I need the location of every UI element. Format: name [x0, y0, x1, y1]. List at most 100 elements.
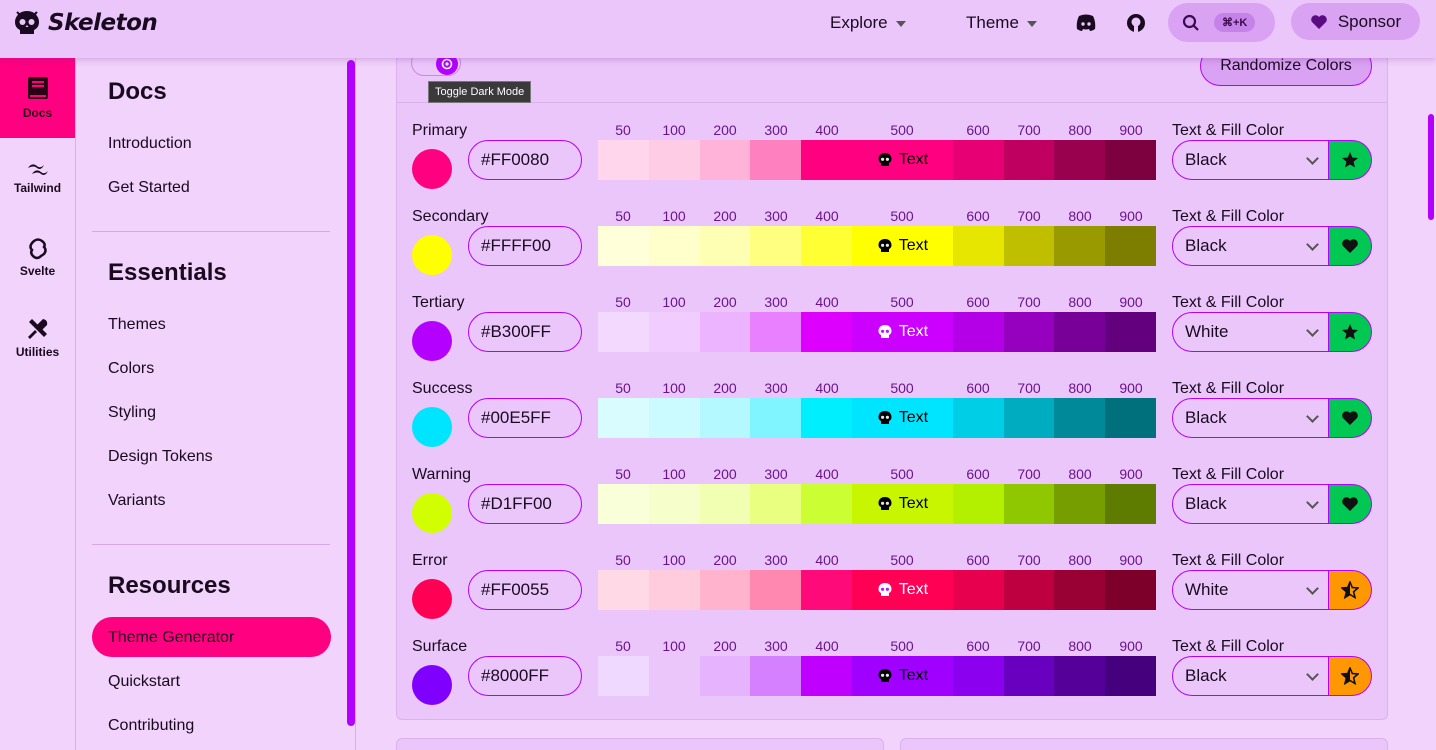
contrast-badge[interactable]	[1328, 656, 1372, 696]
sidebar-link-variants[interactable]: Variants	[108, 492, 166, 510]
text-fill-select[interactable]: White	[1172, 570, 1330, 610]
shade-label: 200	[713, 208, 737, 224]
text-fill-select[interactable]: Black	[1172, 484, 1330, 524]
color-swatch[interactable]	[412, 407, 452, 447]
nav-theme[interactable]: Theme	[966, 12, 1037, 34]
sidebar-link-themes[interactable]: Themes	[108, 316, 166, 334]
shade-label: 50	[615, 122, 631, 138]
rail-item-utilities[interactable]: Utilities	[0, 298, 75, 378]
color-swatch[interactable]	[412, 493, 452, 533]
hex-input[interactable]: #8000FF	[468, 656, 582, 696]
shade-cell	[952, 140, 1004, 180]
shade-cell	[1105, 484, 1156, 524]
shade-cell	[801, 398, 853, 438]
shade-cell	[1105, 656, 1156, 696]
svelte-icon	[28, 238, 47, 260]
shade-label: 900	[1119, 638, 1143, 654]
sidebar-link-quickstart[interactable]: Quickstart	[108, 673, 180, 691]
sponsor-label: Sponsor	[1337, 11, 1402, 31]
hex-input[interactable]: #B300FF	[468, 312, 582, 352]
shade-cell	[750, 140, 802, 180]
rail-item-docs[interactable]: Docs	[0, 58, 75, 138]
search-button[interactable]: ⌘+K	[1168, 3, 1275, 42]
text-fill-select[interactable]: Black	[1172, 656, 1330, 696]
shade-cell	[1003, 140, 1055, 180]
chevron-down-icon	[1306, 152, 1319, 165]
color-swatch[interactable]	[412, 321, 452, 361]
rail-item-svelte[interactable]: Svelte	[0, 218, 75, 298]
dark-mode-tooltip: Toggle Dark Mode	[428, 81, 532, 103]
shade-cell	[1054, 656, 1106, 696]
text-fill-select[interactable]: Black	[1172, 398, 1330, 438]
hex-input[interactable]: #D1FF00	[468, 484, 582, 524]
color-row-label: Tertiary	[412, 294, 465, 311]
shade-cell	[648, 226, 700, 266]
shade-label: 200	[713, 122, 737, 138]
shade-label: 100	[662, 466, 686, 482]
github-icon[interactable]	[1124, 11, 1148, 35]
contrast-badge[interactable]	[1328, 140, 1372, 180]
rail-item-tailwind[interactable]: Tailwind	[0, 138, 75, 218]
contrast-badge[interactable]	[1328, 226, 1372, 266]
shade-label: 200	[713, 380, 737, 396]
sidebar-link-styling[interactable]: Styling	[108, 404, 156, 422]
sidebar-link-colors[interactable]: Colors	[108, 360, 154, 378]
sponsor-button[interactable]: Sponsor	[1291, 3, 1420, 40]
color-swatch[interactable]	[412, 149, 452, 189]
nav-explore[interactable]: Explore	[830, 12, 906, 34]
discord-icon[interactable]	[1074, 11, 1098, 35]
text-fill-select[interactable]: Black	[1172, 140, 1330, 180]
shade-cell	[598, 398, 649, 438]
hex-input[interactable]: #FFFF00	[468, 226, 582, 266]
shade-label: 300	[764, 552, 788, 568]
color-swatch[interactable]	[412, 665, 452, 705]
shade-cell	[699, 484, 751, 524]
shade-label: 300	[764, 122, 788, 138]
rail-label: Utilities	[15, 345, 60, 359]
shade-cell	[1003, 484, 1055, 524]
sidebar-link-contributing[interactable]: Contributing	[108, 717, 194, 735]
color-row-label: Warning	[412, 466, 471, 483]
skull-icon	[878, 583, 892, 596]
sidebar-link-theme-generator[interactable]: Theme Generator	[108, 629, 234, 647]
shade-label: 100	[662, 552, 686, 568]
contrast-badge[interactable]	[1328, 570, 1372, 610]
color-swatch[interactable]	[412, 235, 452, 275]
color-swatch[interactable]	[412, 579, 452, 619]
shade-label: 400	[815, 380, 839, 396]
text-fill-value: White	[1185, 580, 1229, 599]
hex-input[interactable]: #FF0055	[468, 570, 582, 610]
sidebar-scrollbar[interactable]	[347, 60, 355, 726]
shade-label: 200	[713, 466, 737, 482]
contrast-badge[interactable]	[1328, 398, 1372, 438]
shade-cell	[750, 226, 802, 266]
shade-cell	[699, 140, 751, 180]
shade-cell	[952, 398, 1004, 438]
rail-label: Svelte	[19, 264, 56, 278]
hex-input[interactable]: #FF0080	[468, 140, 582, 180]
text-fill-select[interactable]: White	[1172, 312, 1330, 352]
skull-icon	[878, 153, 892, 166]
app-rail: Docs Tailwind Svelte Utilities	[0, 58, 76, 750]
skull-icon	[878, 669, 892, 682]
sidebar-link-get-started[interactable]: Get Started	[108, 179, 190, 197]
sidebar-link-introduction[interactable]: Introduction	[108, 135, 192, 153]
sidebar-link-design-tokens[interactable]: Design Tokens	[108, 448, 213, 466]
nav-theme-label: Theme	[966, 13, 1019, 32]
shade-500: Text	[852, 140, 953, 180]
shade-text: Text	[898, 323, 929, 340]
shade-label: 600	[966, 294, 990, 310]
logo[interactable]: Skeleton	[12, 8, 158, 38]
heart-icon	[1342, 411, 1358, 425]
shade-label: 600	[966, 208, 990, 224]
heart-icon	[1311, 14, 1327, 29]
text-fill-select[interactable]: Black	[1172, 226, 1330, 266]
main-scrollbar[interactable]	[1428, 114, 1434, 220]
bottom-card-left	[396, 738, 884, 750]
main-content: Toggle Dark Mode Randomize Colors Primar…	[356, 38, 1436, 750]
skull-icon	[878, 239, 892, 252]
contrast-badge[interactable]	[1328, 484, 1372, 524]
shade-label: 400	[815, 466, 839, 482]
hex-input[interactable]: #00E5FF	[468, 398, 582, 438]
contrast-badge[interactable]	[1328, 312, 1372, 352]
